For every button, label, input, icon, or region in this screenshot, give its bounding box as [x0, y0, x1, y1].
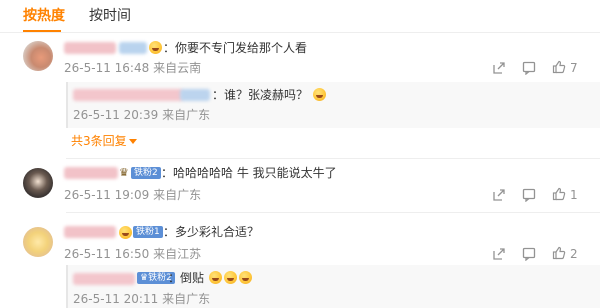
reply-location: 来自广东	[162, 108, 211, 122]
sort-tabs: 按热度 按时间	[0, 0, 600, 33]
comment-text: ：你要不专门发给那个人看	[148, 40, 307, 56]
tab-time[interactable]: 按时间	[89, 7, 131, 25]
thumb-up-icon[interactable]	[552, 187, 566, 201]
laughing-emoji-icon	[149, 41, 162, 54]
username-blurred[interactable]	[64, 42, 116, 54]
like-count: 1	[570, 188, 578, 202]
comment-text: ：哈哈哈哈哈 牛 我只能说太牛了	[161, 166, 337, 180]
divider	[66, 158, 600, 159]
comment-icon[interactable]	[522, 61, 536, 75]
fan-emoji-icon	[119, 226, 132, 239]
comment-location: 来自江苏	[153, 247, 202, 261]
share-icon[interactable]	[492, 61, 506, 75]
username-blurred[interactable]	[64, 167, 118, 179]
comment-icon[interactable]	[522, 247, 536, 261]
more-replies-link[interactable]: 共3条回复	[71, 134, 137, 148]
username-blurred-tag	[119, 42, 147, 54]
reply-bar	[66, 265, 68, 308]
thumb-up-icon[interactable]	[552, 60, 566, 74]
share-icon[interactable]	[492, 188, 506, 202]
reply-time: 26-5-11 20:11	[73, 292, 159, 306]
comment-text-body: ：你要不专门发给那个人看	[163, 41, 308, 55]
comment-time: 26-5-11 16:50	[64, 247, 150, 261]
reply-text: ：倒贴	[168, 270, 253, 286]
comment-icon[interactable]	[522, 188, 536, 202]
laughing-emoji-icon	[238, 271, 252, 284]
thumb-up-icon[interactable]	[552, 246, 566, 260]
comment-meta: 26-5-11 19:09 来自广东	[64, 188, 201, 202]
share-icon[interactable]	[492, 247, 506, 261]
reply-username-blurred-tag	[180, 89, 210, 101]
more-replies-label: 共3条回复	[71, 134, 127, 148]
laughing-emoji-icon	[208, 271, 222, 284]
like-count: 2	[570, 247, 578, 261]
fan-crown-icon: ♛	[140, 273, 149, 283]
reply-meta: 26-5-11 20:11 来自广东	[73, 292, 210, 306]
laughing-emoji-icon	[312, 88, 326, 101]
comment-time: 26-5-11 16:48	[64, 61, 150, 75]
avatar[interactable]	[23, 41, 53, 71]
reply-text-body: ：倒贴	[168, 271, 205, 285]
comment-text: ：多少彩礼合适？	[163, 225, 260, 239]
tab-hot[interactable]: 按热度	[23, 7, 65, 25]
comment-location: 来自云南	[153, 61, 202, 75]
comment-location: 来自广东	[153, 188, 202, 202]
caret-down-icon	[128, 139, 137, 144]
avatar[interactable]	[23, 227, 53, 257]
reply-time: 26-5-11 20:39	[73, 108, 159, 122]
avatar[interactable]	[23, 168, 53, 198]
reply-text-body: ：谁？张凌赫吗？	[212, 88, 309, 102]
comment-meta: 26-5-11 16:48 来自云南	[64, 61, 201, 75]
fan-badge: 铁粉2	[131, 167, 161, 179]
reply-username-blurred[interactable]	[73, 89, 183, 101]
reply-meta: 26-5-11 20:39 来自广东	[73, 108, 210, 122]
username-blurred[interactable]	[64, 226, 116, 238]
reply-username-blurred[interactable]	[73, 273, 135, 285]
divider	[66, 212, 600, 213]
fan-crown-icon: ♛	[119, 166, 129, 179]
like-count: 7	[570, 61, 578, 75]
active-tab-indicator	[23, 30, 61, 32]
reply-text: ：谁？张凌赫吗？	[212, 87, 327, 103]
reply-location: 来自广东	[162, 292, 211, 306]
reply-bar	[66, 82, 68, 128]
comment-time: 26-5-11 19:09	[64, 188, 150, 202]
fan-badge: 铁粉1	[133, 226, 163, 238]
laughing-emoji-icon	[223, 271, 237, 284]
comment-meta: 26-5-11 16:50 来自江苏	[64, 247, 201, 261]
